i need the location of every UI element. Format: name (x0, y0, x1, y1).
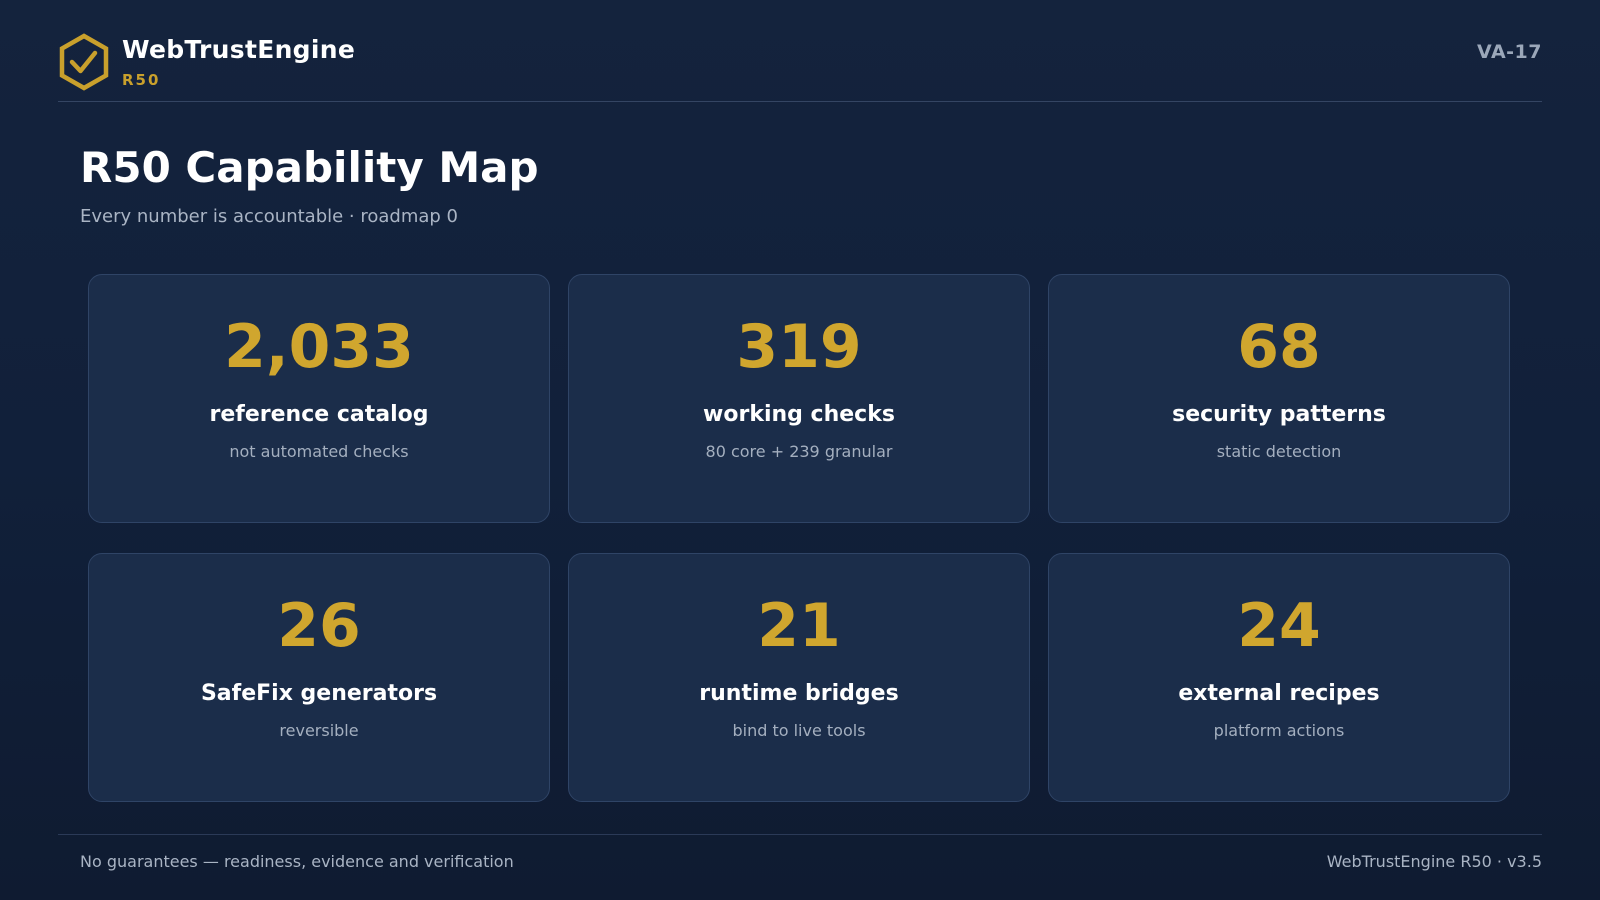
stat-card: 26 SafeFix generators reversible (88, 553, 550, 802)
stat-value: 2,033 (224, 312, 414, 382)
brand-name: WebTrustEngine (122, 35, 356, 64)
footer-version: WebTrustEngine R50 · v3.5 (1326, 852, 1542, 871)
stat-description: platform actions (1213, 721, 1345, 740)
stat-label: reference catalog (209, 402, 429, 427)
stat-description: bind to live tools (732, 721, 866, 740)
header: WebTrustEngine R50 VA-17 (58, 33, 1542, 91)
stat-description: static detection (1216, 442, 1342, 461)
document-code: VA-17 (1477, 41, 1542, 63)
stat-description: not automated checks (229, 442, 409, 461)
stat-label: runtime bridges (699, 681, 899, 706)
stat-card: 21 runtime bridges bind to live tools (568, 553, 1030, 802)
footer-disclaimer: No guarantees — readiness, evidence and … (80, 852, 514, 871)
stat-label: security patterns (1172, 402, 1386, 427)
stat-value: 26 (277, 591, 361, 661)
page-title: R50 Capability Map (80, 143, 539, 192)
hexagon-check-icon (58, 33, 110, 91)
stat-card: 24 external recipes platform actions (1048, 553, 1510, 802)
footer-divider (58, 834, 1542, 835)
stat-card: 319 working checks 80 core + 239 granula… (568, 274, 1030, 523)
header-divider (58, 101, 1542, 102)
stat-value: 319 (736, 312, 862, 382)
brand-release: R50 (122, 71, 161, 89)
stat-card: 68 security patterns static detection (1048, 274, 1510, 523)
stat-description: reversible (279, 721, 359, 740)
stat-description: 80 core + 239 granular (705, 442, 893, 461)
stat-label: working checks (703, 402, 895, 427)
stat-card: 2,033 reference catalog not automated ch… (88, 274, 550, 523)
stat-label: external recipes (1178, 681, 1380, 706)
stat-value: 21 (757, 591, 841, 661)
stat-label: SafeFix generators (200, 681, 438, 706)
stat-value: 24 (1237, 591, 1321, 661)
page-subtitle: Every number is accountable · roadmap 0 (80, 206, 458, 227)
stat-value: 68 (1237, 312, 1321, 382)
